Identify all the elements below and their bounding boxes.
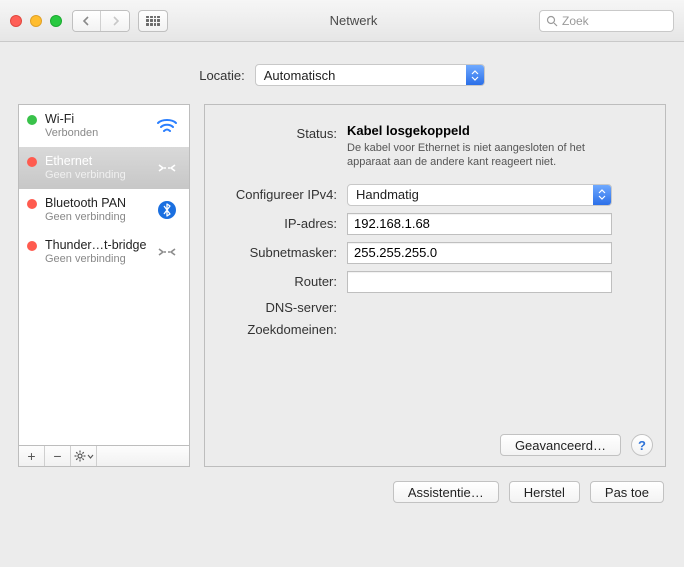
nav-segment	[72, 10, 130, 32]
mask-label: Subnetmasker:	[217, 245, 347, 260]
back-button[interactable]	[73, 11, 101, 31]
dns-label: DNS-server:	[217, 300, 347, 315]
location-label: Locatie:	[199, 68, 245, 83]
sidebar-item-label: Bluetooth PAN	[45, 196, 153, 210]
router-field[interactable]	[347, 271, 612, 293]
sidebar-item-wifi[interactable]: Wi-Fi Verbonden	[19, 105, 189, 147]
status-label: Status:	[217, 123, 347, 141]
ethernet-icon	[153, 161, 181, 175]
wifi-icon	[153, 117, 181, 135]
ipv4-row: Configureer IPv4: Handmatig	[217, 184, 649, 206]
interface-list: Wi-Fi Verbonden Ethernet Geen verbinding	[18, 104, 190, 445]
ip-field[interactable]	[347, 213, 612, 235]
router-row: Router:	[217, 271, 649, 293]
bluetooth-icon	[153, 200, 181, 220]
help-button[interactable]: ?	[631, 434, 653, 456]
sidebar-item-thunderbolt[interactable]: Thunder…t-bridge Geen verbinding	[19, 231, 189, 273]
ethernet-icon	[153, 245, 181, 259]
router-label: Router:	[217, 274, 347, 289]
status-dot-icon	[27, 241, 37, 251]
sidebar-item-bluetooth[interactable]: Bluetooth PAN Geen verbinding	[19, 189, 189, 231]
chevron-updown-icon	[593, 185, 611, 205]
revert-button[interactable]: Herstel	[509, 481, 580, 503]
sidebar-item-label: Wi-Fi	[45, 112, 153, 126]
zoom-icon[interactable]	[50, 15, 62, 27]
sidebar-item-sub: Geen verbinding	[45, 169, 153, 182]
sidebar-item-sub: Verbonden	[45, 127, 153, 140]
chevron-down-icon	[87, 454, 94, 459]
searchdomains-row: Zoekdomeinen:	[217, 322, 649, 337]
gear-icon	[74, 450, 86, 462]
remove-interface-button[interactable]: −	[45, 446, 71, 466]
mask-row: Subnetmasker:	[217, 242, 649, 264]
sidebar-item-ethernet[interactable]: Ethernet Geen verbinding	[19, 147, 189, 189]
search-input[interactable]: Zoek	[539, 10, 674, 32]
bottom-buttons: Assistentie… Herstel Pas toe	[18, 481, 666, 503]
close-icon[interactable]	[10, 15, 22, 27]
mask-field[interactable]	[347, 242, 612, 264]
location-row: Locatie: Automatisch	[18, 64, 666, 86]
forward-button[interactable]	[101, 11, 129, 31]
sidebar-item-sub: Geen verbinding	[45, 211, 153, 224]
titlebar: Netwerk Zoek	[0, 0, 684, 42]
assist-button[interactable]: Assistentie…	[393, 481, 499, 503]
config-pane: Status: Kabel losgekoppeld De kabel voor…	[204, 104, 666, 467]
dns-row: DNS-server:	[217, 300, 649, 315]
actions-menu-button[interactable]	[71, 446, 97, 466]
location-select[interactable]: Automatisch	[255, 64, 485, 86]
window-title: Netwerk	[168, 13, 539, 28]
searchdomains-label: Zoekdomeinen:	[217, 322, 347, 337]
sidebar-footer: + −	[18, 445, 190, 467]
apply-button[interactable]: Pas toe	[590, 481, 664, 503]
panels: Wi-Fi Verbonden Ethernet Geen verbinding	[18, 104, 666, 467]
ipv4-label: Configureer IPv4:	[217, 187, 347, 202]
add-interface-button[interactable]: +	[19, 446, 45, 466]
ip-label: IP-adres:	[217, 216, 347, 231]
status-value: Kabel losgekoppeld	[347, 123, 649, 138]
search-icon	[546, 15, 558, 27]
window-controls	[10, 15, 62, 27]
status-dot-icon	[27, 199, 37, 209]
content: Locatie: Automatisch Wi-Fi Verbonden	[0, 42, 684, 515]
search-placeholder: Zoek	[562, 14, 589, 28]
ipv4-value: Handmatig	[356, 187, 419, 202]
sidebar-item-sub: Geen verbinding	[45, 253, 153, 266]
status-dot-icon	[27, 157, 37, 167]
chevron-updown-icon	[466, 65, 484, 85]
sidebar-item-label: Ethernet	[45, 154, 153, 168]
ip-row: IP-adres:	[217, 213, 649, 235]
show-all-button[interactable]	[138, 10, 168, 32]
ipv4-select[interactable]: Handmatig	[347, 184, 612, 206]
location-value: Automatisch	[264, 68, 336, 83]
status-row: Status: Kabel losgekoppeld De kabel voor…	[217, 123, 649, 170]
sidebar-item-label: Thunder…t-bridge	[45, 238, 153, 252]
sidebar: Wi-Fi Verbonden Ethernet Geen verbinding	[18, 104, 190, 467]
status-description: De kabel voor Ethernet is niet aangeslot…	[347, 141, 607, 170]
status-dot-icon	[27, 115, 37, 125]
advanced-row: Geavanceerd… ?	[500, 434, 653, 456]
advanced-button[interactable]: Geavanceerd…	[500, 434, 621, 456]
minimize-icon[interactable]	[30, 15, 42, 27]
